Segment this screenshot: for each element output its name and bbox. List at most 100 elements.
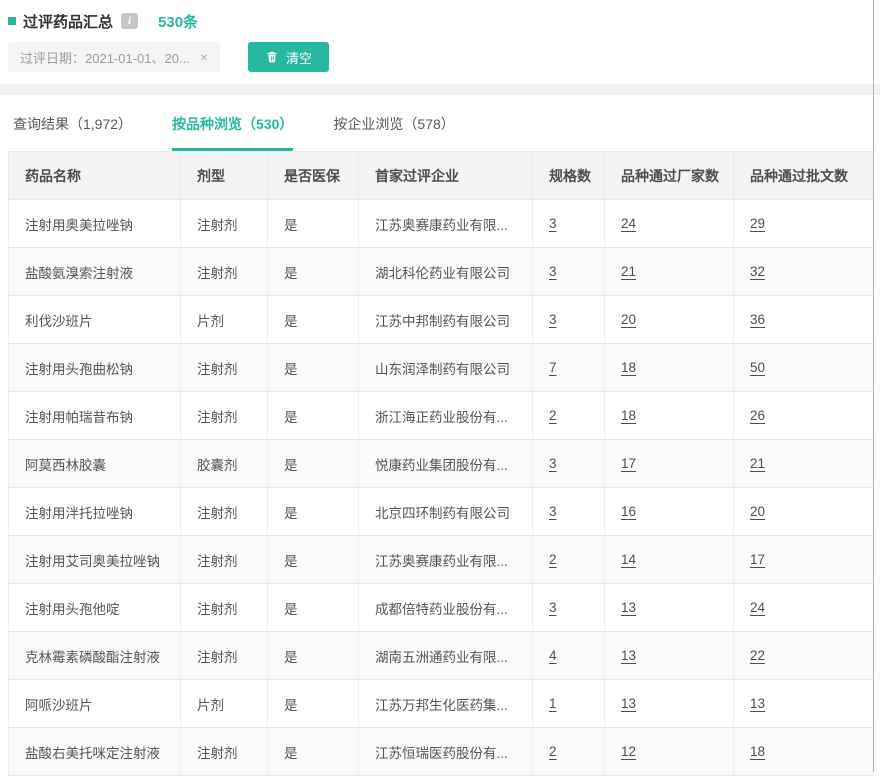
summary-header: 过评药品汇总 i 530条 过评日期：2021-01-01、20... × 清空 — [0, 0, 874, 84]
count-link[interactable]: 50 — [750, 360, 765, 375]
drug-name-cell: 盐酸氨溴索注射液 — [9, 248, 181, 296]
count-link[interactable]: 20 — [750, 504, 765, 519]
medicare-cell: 是 — [268, 728, 359, 776]
count-link[interactable]: 12 — [621, 744, 636, 759]
approval-count-cell: 26 — [734, 392, 874, 440]
manufacturer-count-cell: 13 — [605, 632, 734, 680]
spec-count-cell: 2 — [533, 728, 605, 776]
medicare-cell: 是 — [268, 248, 359, 296]
drug-name-cell: 注射用头孢曲松钠 — [9, 344, 181, 392]
spec-count-cell: 4 — [533, 632, 605, 680]
count-link[interactable]: 22 — [750, 648, 765, 663]
trash-icon — [265, 50, 279, 64]
dosage-form-cell: 胶囊剂 — [181, 440, 268, 488]
count-link[interactable]: 1 — [549, 696, 557, 711]
count-link[interactable]: 2 — [549, 744, 557, 759]
drug-name-cell: 克林霉素磷酸酯注射液 — [9, 632, 181, 680]
count-link[interactable]: 16 — [621, 504, 636, 519]
dosage-form-cell: 片剂 — [181, 680, 268, 728]
col-header-drug-name: 药品名称 — [9, 152, 181, 200]
count-link[interactable]: 21 — [621, 264, 636, 279]
section-divider — [0, 84, 880, 95]
count-link[interactable]: 24 — [750, 600, 765, 615]
count-link[interactable]: 3 — [549, 600, 557, 615]
count-link[interactable]: 24 — [621, 216, 636, 231]
spec-count-cell: 7 — [533, 344, 605, 392]
count-link[interactable]: 36 — [750, 312, 765, 327]
count-link[interactable]: 17 — [750, 552, 765, 567]
col-header-medicare: 是否医保 — [268, 152, 359, 200]
count-link[interactable]: 2 — [549, 552, 557, 567]
total-count-badge: 530条 — [158, 11, 198, 32]
manufacturer-count-cell: 21 — [605, 248, 734, 296]
dosage-form-cell: 注射剂 — [181, 632, 268, 680]
clear-button-label: 清空 — [286, 48, 312, 67]
first-company-cell: 浙江海正药业股份有... — [359, 392, 533, 440]
drug-name-cell: 阿莫西林胶囊 — [9, 440, 181, 488]
count-link[interactable]: 20 — [621, 312, 636, 327]
manufacturer-count-cell: 24 — [605, 200, 734, 248]
filter-row: 过评日期：2021-01-01、20... × 清空 — [8, 42, 862, 72]
tab-by-variety[interactable]: 按品种浏览（530） — [172, 95, 293, 151]
table-row: 注射用泮托拉唑钠注射剂是北京四环制药有限公司31620 — [9, 488, 874, 536]
count-link[interactable]: 4 — [549, 648, 557, 663]
first-company-cell: 江苏奥赛康药业有限... — [359, 200, 533, 248]
count-link[interactable]: 14 — [621, 552, 636, 567]
first-company-cell: 江苏恒瑞医药股份有... — [359, 728, 533, 776]
approval-count-cell: 32 — [734, 248, 874, 296]
count-link[interactable]: 18 — [750, 744, 765, 759]
count-link[interactable]: 3 — [549, 216, 557, 231]
count-link[interactable]: 2 — [549, 408, 557, 423]
manufacturer-count-cell: 18 — [605, 344, 734, 392]
table-header: 药品名称 剂型 是否医保 首家过评企业 规格数 品种通过厂家数 品种通过批文数 — [9, 152, 874, 200]
count-link[interactable]: 32 — [750, 264, 765, 279]
count-link[interactable]: 3 — [549, 264, 557, 279]
count-link[interactable]: 3 — [549, 456, 557, 471]
chip-close-icon[interactable]: × — [200, 49, 208, 65]
count-link[interactable]: 13 — [750, 696, 765, 711]
count-link[interactable]: 13 — [621, 648, 636, 663]
table-row: 阿莫西林胶囊胶囊剂是悦康药业集团股份有...31721 — [9, 440, 874, 488]
manufacturer-count-cell: 16 — [605, 488, 734, 536]
count-link[interactable]: 13 — [621, 696, 636, 711]
dosage-form-cell: 注射剂 — [181, 200, 268, 248]
count-link[interactable]: 18 — [621, 408, 636, 423]
medicare-cell: 是 — [268, 200, 359, 248]
dosage-form-cell: 注射剂 — [181, 488, 268, 536]
count-link[interactable]: 7 — [549, 360, 557, 375]
dosage-form-cell: 注射剂 — [181, 584, 268, 632]
count-link[interactable]: 3 — [549, 504, 557, 519]
count-link[interactable]: 29 — [750, 216, 765, 231]
drug-name-cell: 盐酸右美托咪定注射液 — [9, 728, 181, 776]
count-link[interactable]: 13 — [621, 600, 636, 615]
table-row: 利伐沙班片片剂是江苏中邦制药有限公司32036 — [9, 296, 874, 344]
drug-name-cell: 利伐沙班片 — [9, 296, 181, 344]
count-link[interactable]: 17 — [621, 456, 636, 471]
first-company-cell: 悦康药业集团股份有... — [359, 440, 533, 488]
col-header-dosage-form: 剂型 — [181, 152, 268, 200]
clear-button[interactable]: 清空 — [248, 42, 329, 72]
col-header-approval-count: 品种通过批文数 — [734, 152, 874, 200]
dosage-form-cell: 注射剂 — [181, 344, 268, 392]
spec-count-cell: 3 — [533, 488, 605, 536]
spec-count-cell: 3 — [533, 440, 605, 488]
tab-query-results[interactable]: 查询结果（1,972） — [13, 95, 132, 151]
tab-bar: 查询结果（1,972） 按品种浏览（530） 按企业浏览（578） — [0, 95, 874, 151]
medicare-cell: 是 — [268, 296, 359, 344]
page-title: 过评药品汇总 — [23, 11, 113, 32]
spec-count-cell: 2 — [533, 536, 605, 584]
count-link[interactable]: 21 — [750, 456, 765, 471]
date-filter-chip: 过评日期：2021-01-01、20... × — [8, 42, 220, 72]
drug-name-cell: 注射用帕瑞昔布钠 — [9, 392, 181, 440]
info-icon[interactable]: i — [121, 13, 138, 29]
count-link[interactable]: 26 — [750, 408, 765, 423]
first-company-cell: 湖南五洲通药业有限... — [359, 632, 533, 680]
col-header-spec-count: 规格数 — [533, 152, 605, 200]
date-filter-label: 过评日期：2021-01-01、20... — [20, 48, 190, 67]
table-row: 注射用头孢他啶注射剂是成都倍特药业股份有...31324 — [9, 584, 874, 632]
count-link[interactable]: 18 — [621, 360, 636, 375]
approval-count-cell: 50 — [734, 344, 874, 392]
tab-by-company[interactable]: 按企业浏览（578） — [333, 95, 454, 151]
count-link[interactable]: 3 — [549, 312, 557, 327]
medicare-cell: 是 — [268, 584, 359, 632]
